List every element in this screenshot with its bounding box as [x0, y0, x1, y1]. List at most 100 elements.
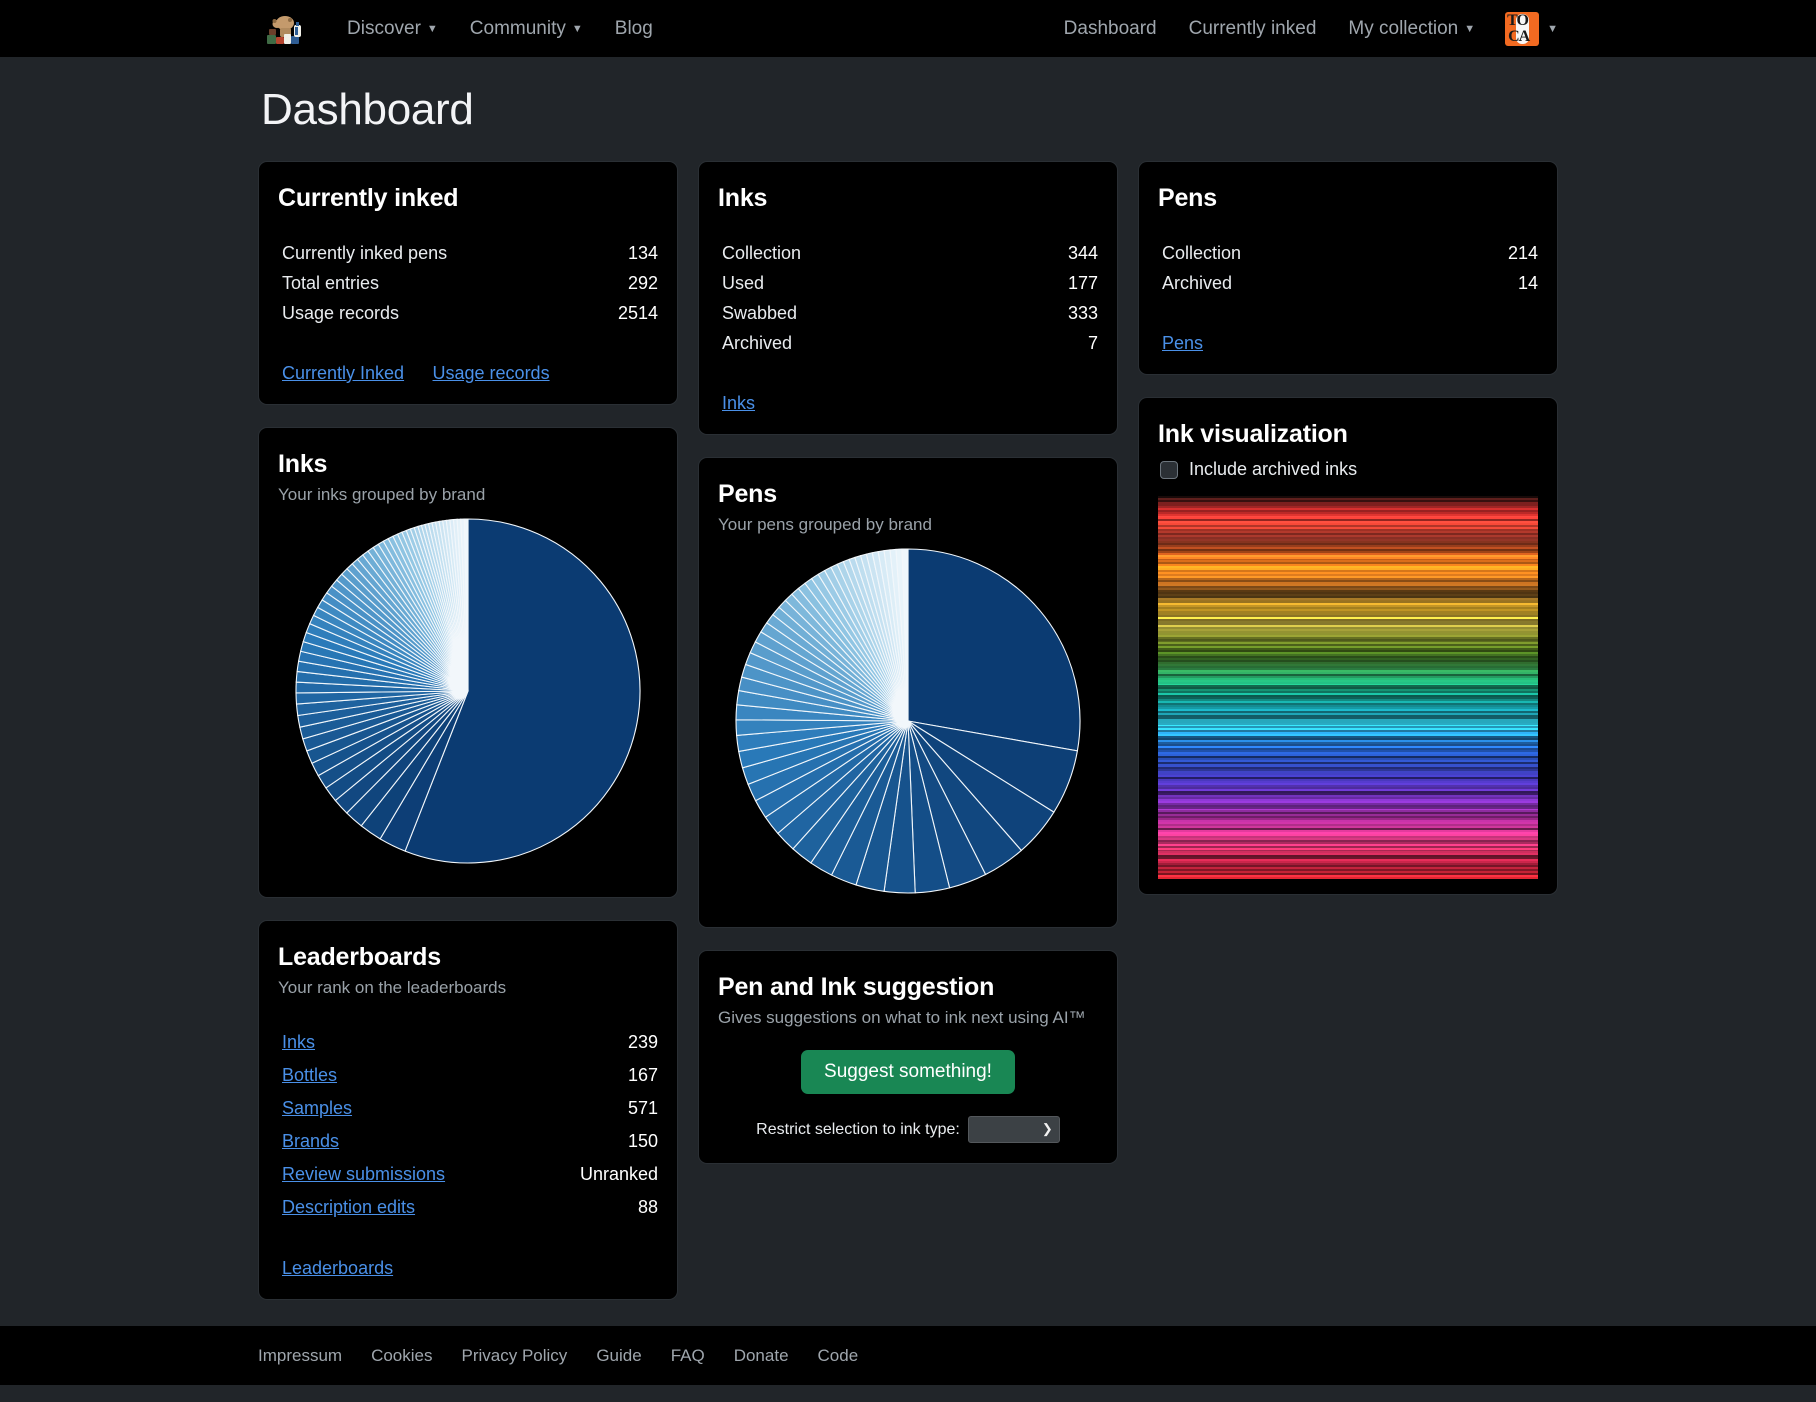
- card-link-row: Currently Inked Usage records: [278, 363, 658, 384]
- leaderboard-row: Brands 150: [278, 1125, 658, 1158]
- ink-type-select[interactable]: BottleSampleCartridge: [968, 1116, 1060, 1143]
- restrict-row: Restrict selection to ink type: BottleSa…: [718, 1116, 1098, 1143]
- footer-link-guide[interactable]: Guide: [596, 1346, 641, 1366]
- stat-row: Swabbed 333: [718, 299, 1098, 329]
- page-title: Dashboard: [261, 85, 1558, 135]
- stat-label: Swabbed: [722, 303, 797, 324]
- leaderboard-link[interactable]: Description edits: [282, 1197, 415, 1218]
- card-leaderboards: Leaderboards Your rank on the leaderboar…: [258, 920, 678, 1300]
- leaderboard-link[interactable]: Bottles: [282, 1065, 337, 1086]
- card-link-row: Leaderboards: [278, 1258, 658, 1279]
- stat-row: Collection 344: [718, 239, 1098, 269]
- leaderboard-link[interactable]: Samples: [282, 1098, 352, 1119]
- inks-pie-svg: [293, 516, 643, 866]
- card-suggestion: Pen and Ink suggestion Gives suggestions…: [698, 950, 1118, 1164]
- page-footer: Impressum Cookies Privacy Policy Guide F…: [0, 1326, 1816, 1385]
- nav-item-my-collection-label: My collection: [1348, 18, 1458, 39]
- chevron-down-icon: ▼: [572, 1, 583, 58]
- link-currently-inked[interactable]: Currently Inked: [282, 363, 404, 383]
- nav-item-community-label: Community: [470, 18, 566, 39]
- footer-link-privacy-policy[interactable]: Privacy Policy: [462, 1346, 568, 1366]
- leaderboard-row: Inks239: [278, 1026, 658, 1059]
- inks-pie-chart[interactable]: [278, 505, 658, 877]
- stat-value: 2514: [618, 303, 658, 324]
- stat-list: Collection 214 Archived 14: [1158, 239, 1538, 299]
- leaderboard-link[interactable]: Inks: [282, 1032, 315, 1053]
- avatar[interactable]: TO CA: [1505, 12, 1539, 46]
- link-usage-records[interactable]: Usage records: [433, 363, 550, 383]
- nav-item-currently-inked[interactable]: Currently inked: [1173, 0, 1333, 57]
- leaderboard-value: 167: [628, 1065, 658, 1086]
- stat-value: 134: [628, 243, 658, 264]
- stat-label: Archived: [1162, 273, 1232, 294]
- leaderboard-value: 88: [638, 1197, 658, 1218]
- card-title: Ink visualization: [1158, 420, 1538, 449]
- stat-value: 292: [628, 273, 658, 294]
- stat-label: Collection: [1162, 243, 1241, 264]
- leaderboard-row: Description edits 88: [278, 1191, 658, 1224]
- include-archived-inks-checkbox[interactable]: [1160, 461, 1178, 479]
- chevron-down-icon[interactable]: ▼: [1547, 23, 1558, 35]
- stat-row: Archived 7: [718, 329, 1098, 359]
- card-title: Pens: [718, 480, 1098, 509]
- card-subtitle: Gives suggestions on what to ink next us…: [718, 1008, 1098, 1028]
- nav-item-blog[interactable]: Blog: [599, 0, 669, 57]
- stat-value: 177: [1068, 273, 1098, 294]
- avatar-line-2: CA: [1508, 29, 1529, 45]
- footer-link-impressum[interactable]: Impressum: [258, 1346, 342, 1366]
- dashboard-column-2: Inks Collection 344 Used 177 Swabbed 333: [698, 161, 1118, 1322]
- leaderboard-row: Review submissionsUnranked: [278, 1158, 658, 1191]
- leaderboard-row: Bottles 167: [278, 1059, 658, 1092]
- stat-row: Total entries 292: [278, 269, 658, 299]
- nav-item-discover[interactable]: Discover▼: [331, 0, 454, 58]
- footer-link-donate[interactable]: Donate: [734, 1346, 789, 1366]
- dashboard-column-1: Currently inked Currently inked pens 134…: [258, 161, 678, 1322]
- nav-item-dashboard[interactable]: Dashboard: [1048, 0, 1173, 57]
- top-navbar: Discover▼ Community ▼ Blog Dashboard Curr…: [0, 0, 1816, 57]
- footer-link-code[interactable]: Code: [818, 1346, 859, 1366]
- stat-label: Archived: [722, 333, 792, 354]
- ink-stripe: [1158, 877, 1538, 879]
- stat-label: Collection: [722, 243, 801, 264]
- card-subtitle: Your inks grouped by brand: [278, 485, 658, 505]
- card-subtitle: Your pens grouped by brand: [718, 515, 1098, 535]
- link-inks[interactable]: Inks: [722, 393, 755, 413]
- suggest-something-button[interactable]: Suggest something!: [801, 1050, 1015, 1094]
- nav-item-community[interactable]: Community ▼: [454, 0, 599, 58]
- card-title: Inks: [718, 184, 1098, 213]
- pens-pie-svg: [733, 546, 1083, 896]
- card-title: Pen and Ink suggestion: [718, 973, 1098, 1002]
- link-pens[interactable]: Pens: [1162, 333, 1203, 353]
- card-title: Pens: [1158, 184, 1538, 213]
- card-title: Currently inked: [278, 184, 658, 213]
- footer-link-cookies[interactable]: Cookies: [371, 1346, 432, 1366]
- stat-row: Usage records 2514: [278, 299, 658, 329]
- pie-slice[interactable]: [908, 549, 1080, 751]
- card-inks-pie: Inks Your inks grouped by brand: [258, 427, 678, 898]
- footer-link-faq[interactable]: FAQ: [671, 1346, 705, 1366]
- leaderboard-value: 150: [628, 1131, 658, 1152]
- card-inks-stats: Inks Collection 344 Used 177 Swabbed 333: [698, 161, 1118, 435]
- restrict-label: Restrict selection to ink type:: [756, 1121, 960, 1139]
- dashboard-column-3: Pens Collection 214 Archived 14 Pens In: [1138, 161, 1558, 1322]
- nav-item-my-collection[interactable]: My collection ▼: [1332, 0, 1491, 58]
- stat-row: Collection 214: [1158, 239, 1538, 269]
- stat-value: 7: [1088, 333, 1098, 354]
- stat-value: 214: [1508, 243, 1538, 264]
- include-archived-inks-label: Include archived inks: [1189, 459, 1357, 480]
- capybara-ink-logo-icon[interactable]: [265, 11, 309, 47]
- chevron-down-icon: ▼: [1464, 1, 1475, 58]
- pens-pie-chart[interactable]: [718, 535, 1098, 907]
- ink-visualization-stripes: [1158, 496, 1538, 880]
- card-pens-stats: Pens Collection 214 Archived 14 Pens: [1138, 161, 1558, 375]
- stat-row: Currently inked pens 134: [278, 239, 658, 269]
- leaderboard-link[interactable]: Review submissions: [282, 1164, 445, 1185]
- avatar-line-1: TO: [1507, 13, 1528, 29]
- chevron-down-icon: ▼: [427, 1, 438, 58]
- leaderboard-list: Inks239Bottles167Samples571Brands150Revi…: [278, 1026, 658, 1224]
- stat-list: Currently inked pens 134 Total entries 2…: [278, 239, 658, 329]
- leaderboard-link[interactable]: Brands: [282, 1131, 339, 1152]
- card-link-row: Pens: [1158, 333, 1538, 354]
- link-leaderboards[interactable]: Leaderboards: [282, 1258, 393, 1278]
- include-archived-inks-row[interactable]: Include archived inks: [1158, 459, 1538, 480]
